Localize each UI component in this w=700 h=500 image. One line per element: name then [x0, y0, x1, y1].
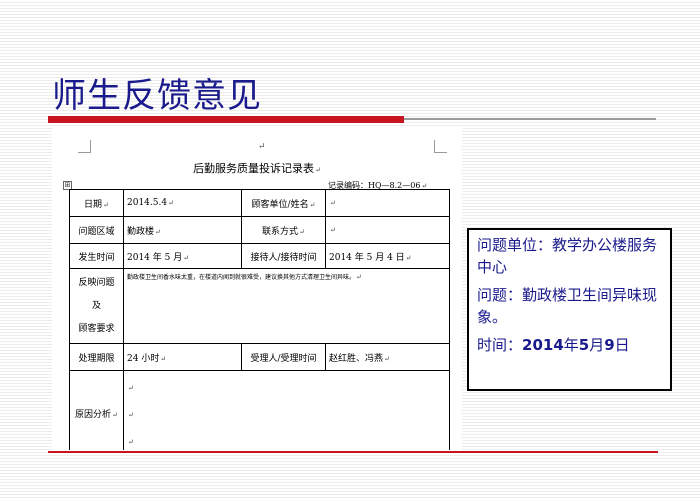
contact-value: ↵ [325, 216, 450, 244]
cause-value: ↵ ↵ ↵ [123, 370, 450, 450]
form-title: 后勤服务质量投诉记录表↵ [193, 162, 321, 175]
table-row: 处理期限 24 小时↵ 受理人/受理时间 赵红胜、冯燕↵ [69, 343, 450, 371]
occur-time-value: 2014 年 5 月↵ [123, 243, 242, 269]
paragraph-mark: ↵ [258, 142, 266, 152]
issue-time-text: 时间：2014年5月9日 [477, 336, 630, 354]
customer-unit-label: 顾客单位/姓名↵ [241, 189, 326, 217]
issue-problem-text: 问题：勤政楼卫生间异味现象。 [477, 286, 658, 326]
deadline-value: 24 小时↵ [123, 343, 242, 371]
report-value: 勤政楼卫生间香水味太重，在楼道内闻到就很难受，建议换其他方式清理卫生间异味。↵ [123, 268, 450, 344]
date-label: 日期↵ [69, 189, 124, 217]
table-row: 日期↵ 2014.5.4↵ 顾客单位/姓名↵ ↵ [69, 189, 450, 217]
bottom-divider [48, 451, 658, 453]
occur-time-label: 发生时间 [69, 243, 124, 269]
date-value: 2014.5.4↵ [123, 189, 242, 217]
report-label: 反映问题 及 顾客要求 [69, 268, 124, 344]
table-row: 问题区域 勤政楼↵ 联系方式↵ ↵ [69, 216, 450, 244]
title-underline-red [48, 116, 404, 123]
complaint-table: 日期↵ 2014.5.4↵ 顾客单位/姓名↵ ↵ 问题区域 勤政楼↵ 联系方式↵… [69, 189, 450, 450]
receiver-time-value: 2014 年 5 月 4 日↵ [325, 243, 450, 269]
receiver-time-label: 接待人/接待时间 [241, 243, 326, 269]
slide-title: 师生反馈意见 [52, 76, 262, 116]
title-underline-gray [404, 118, 656, 120]
crop-mark-top-right [434, 140, 447, 153]
issue-unit-text: 问题单位：教学办公楼服务中心 [477, 236, 658, 276]
issue-summary-box: 问题单位：教学办公楼服务中心 问题：勤政楼卫生间异味现象。 时间：2014年5月… [467, 228, 672, 391]
table-row: 发生时间 2014 年 5 月↵ 接待人/接待时间 2014 年 5 月 4 日… [69, 243, 450, 269]
deadline-label: 处理期限 [69, 343, 124, 371]
handler-time-label: 受理人/受理时间 [241, 343, 326, 371]
cause-label: 原因分析↵ [69, 370, 124, 450]
table-row: 原因分析↵ ↵ ↵ ↵ [69, 370, 450, 450]
handler-time-value: 赵红胜、冯燕↵ [325, 343, 450, 371]
customer-unit-value: ↵ [325, 189, 450, 217]
problem-area-value: 勤政楼↵ [123, 216, 242, 244]
problem-area-label: 问题区域 [69, 216, 124, 244]
complaint-form-image: ↵ 后勤服务质量投诉记录表↵ 记录编码：HQ—8.2—06↵ ⊞ 日期↵ 201… [52, 128, 462, 450]
crop-mark-top-left [78, 140, 91, 153]
contact-label: 联系方式↵ [241, 216, 326, 244]
table-row: 反映问题 及 顾客要求 勤政楼卫生间香水味太重，在楼道内闻到就很难受，建议换其他… [69, 268, 450, 344]
